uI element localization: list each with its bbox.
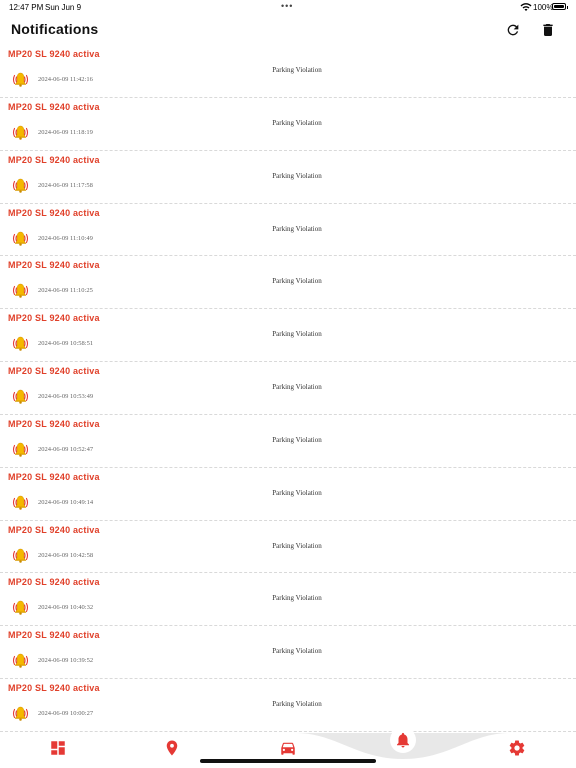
notification-message: Parking Violation xyxy=(272,224,322,233)
notification-message: Parking Violation xyxy=(272,383,322,392)
gear-icon[interactable] xyxy=(508,739,526,757)
notification-message: Parking Violation xyxy=(272,118,322,127)
notification-item[interactable]: MP20 SL 9240 activa 2024-06-09 11:42:16 … xyxy=(0,45,576,98)
battery-percentage: 100% xyxy=(533,3,554,12)
location-pin-icon[interactable] xyxy=(163,739,181,757)
notification-timestamp: 2024-06-09 10:42:58 xyxy=(38,551,94,559)
notification-timestamp: 2024-06-09 11:17:58 xyxy=(38,181,93,189)
notification-message: Parking Violation xyxy=(272,647,322,656)
notification-item[interactable]: MP20 SL 9240 activa 2024-06-09 10:00:27 … xyxy=(0,679,576,732)
vehicle-plate-label: MP20 SL 9240 activa xyxy=(8,683,100,694)
notification-timestamp: 2024-06-09 10:49:14 xyxy=(38,498,94,506)
vehicle-plate-label: MP20 SL 9240 activa xyxy=(8,471,100,482)
notification-item[interactable]: MP20 SL 9240 activa 2024-06-09 10:49:14 … xyxy=(0,468,576,521)
vehicle-plate-label: MP20 SL 9240 activa xyxy=(8,207,100,218)
vehicle-plate-label: MP20 SL 9240 activa xyxy=(8,524,100,535)
notification-timestamp: 2024-06-09 11:42:16 xyxy=(38,76,93,83)
notification-timestamp: 2024-06-09 11:10:25 xyxy=(38,287,93,295)
notification-item[interactable]: MP20 SL 9240 activa 2024-06-09 10:39:52 … xyxy=(0,626,576,680)
status-date: Sun Jun 9 xyxy=(45,3,82,12)
wifi-icon xyxy=(520,3,532,11)
vehicle-plate-label: MP20 SL 9240 activa xyxy=(8,313,100,324)
vehicle-plate-label: MP20 SL 9240 activa xyxy=(8,630,100,641)
vehicle-plate-label: MP20 SL 9240 activa xyxy=(8,154,100,165)
vehicle-plate-label: MP20 SL 9240 activa xyxy=(8,577,100,588)
multitasking-dots-icon[interactable]: ••• xyxy=(281,1,293,11)
notification-item[interactable]: MP20 SL 9240 activa 2024-06-09 10:42:58 … xyxy=(0,521,576,574)
trash-icon[interactable] xyxy=(540,22,556,38)
notification-item[interactable]: MP20 SL 9240 activa 2024-06-09 11:17:58 … xyxy=(0,151,576,204)
notification-message: Parking Violation xyxy=(272,277,322,286)
notification-list[interactable]: MP20 SL 9240 activa 2024-06-09 11:42:16 … xyxy=(0,45,576,732)
vehicle-plate-label: MP20 SL 9240 activa xyxy=(8,49,100,59)
notification-timestamp: 2024-06-09 10:53:49 xyxy=(38,393,94,401)
notification-timestamp: 2024-06-09 10:58:51 xyxy=(38,340,94,348)
notification-message: Parking Violation xyxy=(272,541,322,550)
notification-message: Parking Violation xyxy=(272,488,322,497)
notification-message: Parking Violation xyxy=(272,330,322,339)
notification-item[interactable]: MP20 SL 9240 activa 2024-06-09 10:53:49 … xyxy=(0,362,576,415)
notification-message: Parking Violation xyxy=(272,435,322,444)
vehicle-plate-label: MP20 SL 9240 activa xyxy=(8,366,100,377)
notification-message: Parking Violation xyxy=(272,594,322,603)
notification-item[interactable]: MP20 SL 9240 activa 2024-06-09 10:40:32 … xyxy=(0,573,576,627)
notification-timestamp: 2024-06-09 11:18:19 xyxy=(38,128,93,136)
notification-timestamp: 2024-06-09 10:39:52 xyxy=(38,657,94,665)
notification-message: Parking Violation xyxy=(272,700,322,709)
vehicle-plate-label: MP20 SL 9240 activa xyxy=(8,101,100,112)
notification-item[interactable]: MP20 SL 9240 activa 2024-06-09 10:52:47 … xyxy=(0,415,576,468)
battery-icon xyxy=(552,3,568,10)
notification-item[interactable]: MP20 SL 9240 activa 2024-06-09 10:58:51 … xyxy=(0,309,576,363)
notification-message: Parking Violation xyxy=(272,66,322,74)
status-time: 12:47 PM xyxy=(9,3,44,12)
car-icon[interactable] xyxy=(279,739,297,757)
notification-timestamp: 2024-06-09 10:00:27 xyxy=(38,710,94,718)
notification-item[interactable]: MP20 SL 9240 activa 2024-06-09 11:10:25 … xyxy=(0,256,576,310)
app-header: Notifications xyxy=(0,14,576,44)
notification-timestamp: 2024-06-09 10:52:47 xyxy=(38,445,94,453)
tab-notifications[interactable] xyxy=(390,727,416,753)
page-title: Notifications xyxy=(11,21,99,37)
vehicle-plate-label: MP20 SL 9240 activa xyxy=(8,260,100,271)
notification-timestamp: 2024-06-09 10:40:32 xyxy=(38,604,94,612)
notification-message: Parking Violation xyxy=(272,171,322,180)
dashboard-icon[interactable] xyxy=(49,739,67,757)
refresh-icon[interactable] xyxy=(505,22,521,38)
bell-icon xyxy=(397,732,409,748)
home-indicator[interactable] xyxy=(200,759,376,763)
status-bar: 12:47 PM Sun Jun 9 ••• 100% xyxy=(0,0,576,14)
notification-item[interactable]: MP20 SL 9240 activa 2024-06-09 11:18:19 … xyxy=(0,98,576,151)
notification-item[interactable]: MP20 SL 9240 activa 2024-06-09 11:10:49 … xyxy=(0,204,576,257)
notification-timestamp: 2024-06-09 11:10:49 xyxy=(38,234,93,242)
vehicle-plate-label: MP20 SL 9240 activa xyxy=(8,418,100,429)
